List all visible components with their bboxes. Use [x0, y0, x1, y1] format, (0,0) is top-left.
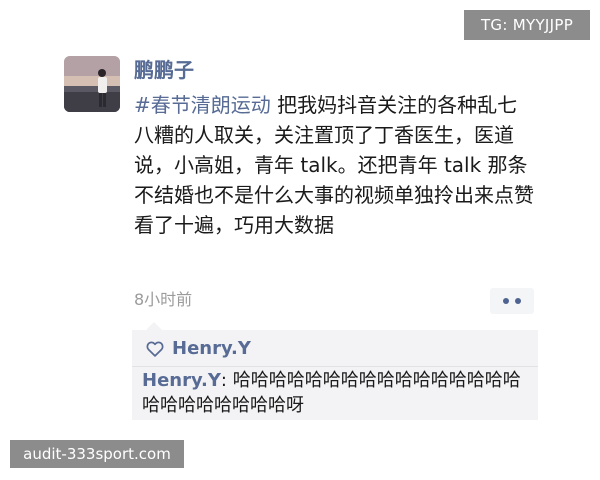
- comment-item[interactable]: Henry.Y: 哈哈哈哈哈哈哈哈哈哈哈哈哈哈哈哈哈哈哈哈哈哈哈哈呀: [142, 368, 532, 418]
- likes-row: Henry.Y: [146, 335, 251, 363]
- more-actions-button[interactable]: [490, 288, 534, 314]
- comment-divider: [132, 366, 538, 367]
- watermark-bottom: audit-333sport.com: [10, 440, 184, 468]
- post-author[interactable]: 鹏鹏子: [134, 56, 194, 84]
- avatar[interactable]: [64, 56, 120, 112]
- watermark-top: TG: MYYJJPP: [464, 10, 590, 40]
- comment-box: Henry.Y Henry.Y: 哈哈哈哈哈哈哈哈哈哈哈哈哈哈哈哈哈哈哈哈哈哈哈…: [132, 322, 538, 420]
- topic-link[interactable]: #春节清朗运动: [134, 93, 271, 117]
- like-user-name[interactable]: Henry.Y: [172, 335, 251, 363]
- comment-author[interactable]: Henry.Y: [142, 370, 221, 391]
- comment-box-notch: [146, 322, 162, 330]
- post-time: 8小时前: [134, 290, 193, 309]
- heart-icon: [146, 341, 164, 357]
- avatar-photo: [64, 56, 120, 112]
- more-dot-icon: [515, 298, 521, 304]
- post-content: #春节清朗运动 把我妈抖音关注的各种乱七八糟的人取关，关注置顶了丁香医生，医道说…: [134, 90, 534, 240]
- comment-separator: :: [220, 370, 233, 391]
- more-dot-icon: [503, 298, 509, 304]
